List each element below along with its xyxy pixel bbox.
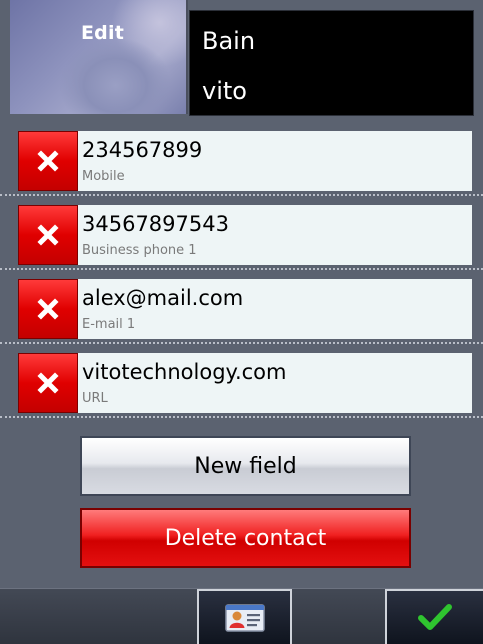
field-value: 234567899 (82, 138, 203, 162)
field-cell[interactable]: 34567897543 Business phone 1 (78, 205, 472, 265)
field-type-label: E-mail 1 (82, 317, 136, 332)
contact-fields-list: 234567899 Mobile 34567897543 Business ph… (0, 122, 483, 418)
close-icon (37, 150, 59, 172)
contact-card-button[interactable] (197, 589, 292, 644)
delete-field-button[interactable] (18, 353, 78, 413)
first-name-field[interactable]: Bain (202, 27, 255, 55)
field-value: alex@mail.com (82, 286, 244, 310)
field-row-business-phone: 34567897543 Business phone 1 (0, 196, 483, 270)
edit-photo-label[interactable]: Edit (81, 22, 124, 44)
contact-header: Edit Bain vito (0, 0, 483, 120)
field-type-label: Mobile (82, 169, 125, 184)
checkmark-icon (418, 603, 452, 630)
close-icon (37, 298, 59, 320)
field-type-label: Business phone 1 (82, 243, 197, 258)
delete-contact-button[interactable]: Delete contact (80, 508, 411, 568)
new-field-button[interactable]: New field (80, 436, 411, 496)
field-row-url: vitotechnology.com URL (0, 344, 483, 418)
field-cell[interactable]: 234567899 Mobile (78, 131, 472, 191)
bottom-toolbar (0, 588, 483, 644)
field-cell[interactable]: alex@mail.com E-mail 1 (78, 279, 472, 339)
close-icon (37, 372, 59, 394)
close-icon (37, 224, 59, 246)
delete-field-button[interactable] (18, 205, 78, 265)
save-button[interactable] (385, 589, 483, 644)
field-type-label: URL (82, 391, 108, 406)
field-row-mobile: 234567899 Mobile (0, 122, 483, 196)
delete-field-button[interactable] (18, 279, 78, 339)
field-row-email: alex@mail.com E-mail 1 (0, 270, 483, 344)
contact-card-icon (224, 603, 265, 632)
field-cell[interactable]: vitotechnology.com URL (78, 353, 472, 413)
field-value: vitotechnology.com (82, 360, 287, 384)
name-box[interactable]: Bain vito (189, 10, 474, 116)
contact-photo[interactable]: Edit (10, 0, 188, 114)
last-name-field[interactable]: vito (202, 77, 247, 105)
delete-field-button[interactable] (18, 131, 78, 191)
field-value: 34567897543 (82, 212, 229, 236)
